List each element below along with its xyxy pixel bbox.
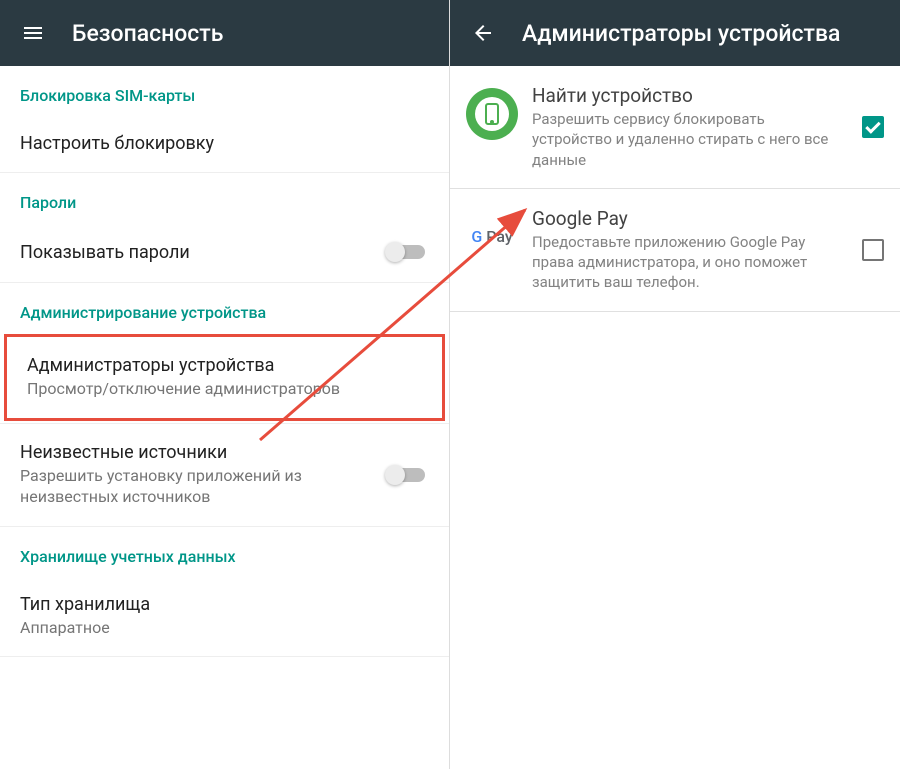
security-content: Блокировка SIM-карты Настроить блокировк…: [0, 66, 449, 769]
item-label: Неизвестные источники: [20, 442, 373, 463]
item-show-passwords[interactable]: Показывать пароли: [0, 222, 449, 283]
item-configure-lock[interactable]: Настроить блокировку: [0, 115, 449, 173]
highlight-device-admins: Администраторы устройства Просмотр/отклю…: [4, 334, 445, 421]
section-credentials: Хранилище учетных данных: [0, 527, 449, 576]
admin-item-google-pay[interactable]: G Pay Google Pay Предоставьте приложению…: [450, 189, 900, 312]
item-sublabel: Аппаратное: [20, 617, 429, 639]
item-label: Тип хранилища: [20, 594, 429, 615]
section-passwords: Пароли: [0, 173, 449, 222]
item-label: Настроить блокировку: [20, 133, 429, 154]
appbar-security: Безопасность: [0, 0, 449, 66]
item-label: Показывать пароли: [20, 242, 373, 263]
admin-item-title: Найти устройство: [532, 84, 848, 107]
admin-item-title: Google Pay: [532, 207, 848, 230]
item-label: Администраторы устройства: [27, 355, 422, 376]
appbar-title: Администраторы устройства: [522, 20, 840, 47]
section-device-admin: Администрирование устройства: [0, 283, 449, 332]
item-sublabel: Просмотр/отключение администраторов: [27, 378, 422, 400]
item-sublabel: Разрешить установку приложений из неизве…: [20, 465, 373, 508]
google-pay-icon: G Pay: [466, 211, 518, 263]
device-admins-screen: Администраторы устройства Найти устройст…: [450, 0, 900, 769]
admin-item-find-device[interactable]: Найти устройство Разрешить сервису блоки…: [450, 66, 900, 189]
menu-icon[interactable]: [20, 20, 46, 46]
find-device-icon: [466, 88, 518, 140]
checkbox-find-device[interactable]: [862, 116, 884, 138]
item-unknown-sources[interactable]: Неизвестные источники Разрешить установк…: [0, 424, 449, 527]
admin-item-desc: Предоставьте приложению Google Pay права…: [532, 232, 848, 293]
security-settings-screen: Безопасность Блокировка SIM-карты Настро…: [0, 0, 450, 769]
item-device-administrators[interactable]: Администраторы устройства Просмотр/отклю…: [7, 337, 442, 418]
checkbox-google-pay[interactable]: [862, 239, 884, 261]
switch-show-passwords[interactable]: [385, 240, 429, 264]
admin-item-desc: Разрешить сервису блокировать устройство…: [532, 109, 848, 170]
switch-unknown-sources[interactable]: [385, 463, 429, 487]
appbar-title: Безопасность: [72, 20, 223, 47]
back-icon[interactable]: [470, 20, 496, 46]
item-storage-type[interactable]: Тип хранилища Аппаратное: [0, 576, 449, 658]
appbar-device-admins: Администраторы устройства: [450, 0, 900, 66]
section-sim-lock: Блокировка SIM-карты: [0, 66, 449, 115]
admin-list: Найти устройство Разрешить сервису блоки…: [450, 66, 900, 769]
